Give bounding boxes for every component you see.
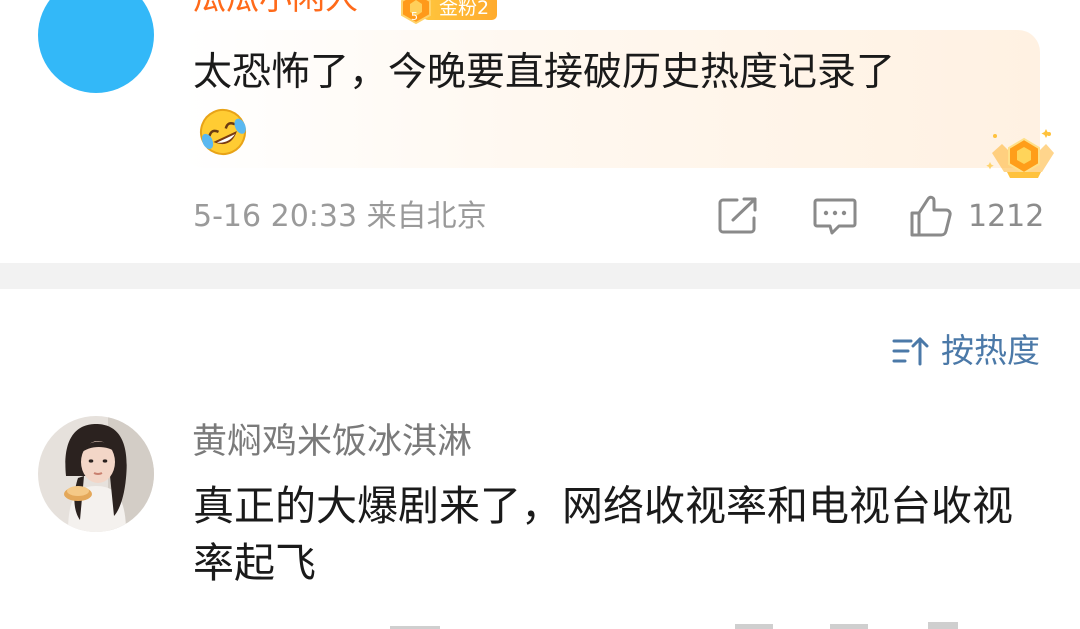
fan-badge[interactable]: 5 金粉2 <box>399 0 499 24</box>
fan-level-icon: 5 <box>401 0 431 24</box>
sort-label: 按热度 <box>941 331 1040 370</box>
comment-timestamp: 5-16 20:33 <box>193 199 358 234</box>
badge-label: 金粉2 <box>439 0 490 19</box>
comment-location: 来自北京 <box>366 199 487 234</box>
comment-username[interactable]: 瓜瓜小闲人 <box>193 0 358 18</box>
sort-icon <box>892 337 929 366</box>
laugh-cry-emoji-icon <box>200 109 246 155</box>
next-row-partial <box>390 622 958 629</box>
share-icon[interactable] <box>717 196 761 236</box>
like-icon[interactable] <box>908 193 954 239</box>
comment-text: 真正的大爆剧来了，网络收视率和电视台收视率起飞 <box>193 482 1013 587</box>
comment-meta: 5-16 20:33 来自北京 <box>193 197 487 237</box>
section-divider <box>0 263 1080 289</box>
like-count: 1212 <box>968 199 1045 234</box>
comment-text: 太恐怖了，今晚要直接破历史热度记录了 <box>193 50 896 95</box>
fan-level: 5 <box>411 10 418 23</box>
comment-icon[interactable] <box>812 196 858 238</box>
crown-icon <box>986 129 1054 178</box>
avatar[interactable] <box>38 416 154 532</box>
comment-username[interactable]: 黄焖鸡米饭冰淇淋 <box>192 420 472 464</box>
avatar[interactable] <box>38 0 154 93</box>
